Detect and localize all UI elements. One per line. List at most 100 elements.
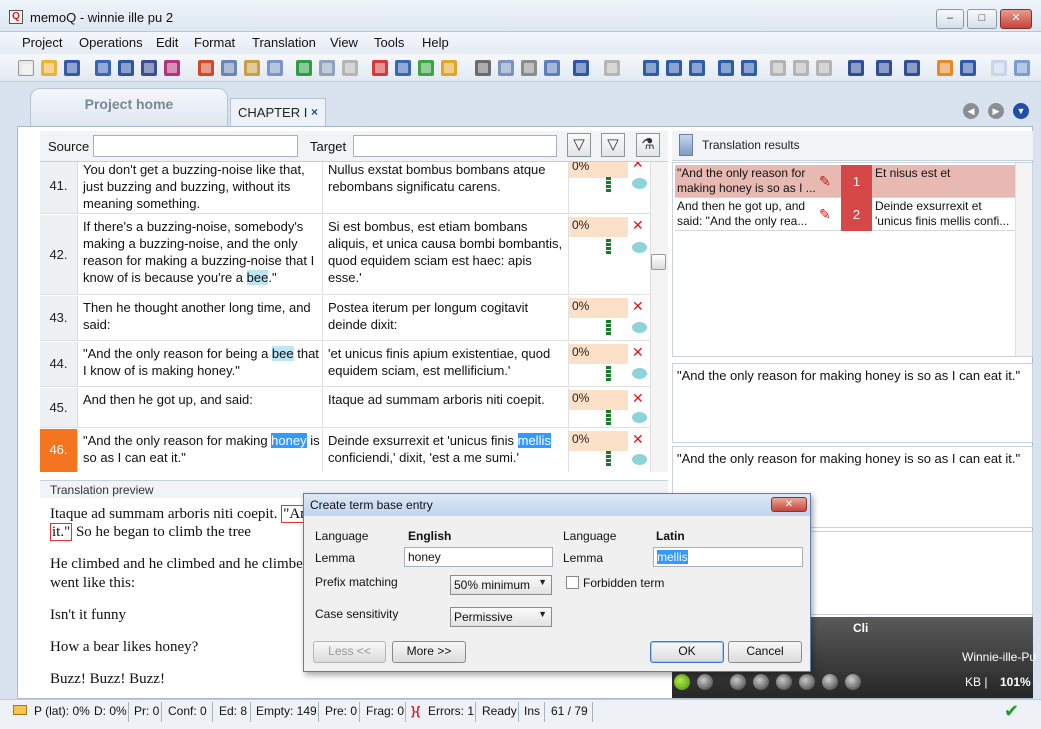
undo-icon[interactable]: [573, 60, 589, 76]
cut-icon[interactable]: [475, 60, 491, 76]
close-button[interactable]: ✕: [1000, 9, 1032, 29]
chart-icon[interactable]: [198, 60, 214, 76]
comment-icon[interactable]: [632, 178, 647, 189]
menu-operations[interactable]: Operations: [79, 35, 143, 50]
reject-icon[interactable]: ✕: [632, 217, 644, 234]
target-cell[interactable]: Si est bombus, est etiam bombans aliquis…: [323, 215, 569, 294]
control-dot-icon[interactable]: [753, 674, 769, 690]
reject-icon[interactable]: ✕: [632, 162, 644, 172]
source-cell[interactable]: You don't get a buzzing-noise like that,…: [78, 162, 323, 213]
prefix-matching-select[interactable]: 50% minimum ▼: [450, 575, 552, 595]
comment-icon[interactable]: [632, 242, 647, 253]
nav-forward-icon[interactable]: ▶: [988, 103, 1004, 119]
menu-format[interactable]: Format: [194, 35, 235, 50]
minimize-button[interactable]: –: [936, 9, 964, 29]
envelope-icon[interactable]: [13, 705, 27, 715]
filter-icon[interactable]: ▽: [567, 133, 591, 157]
result-item[interactable]: "And the only reason for making honey is…: [675, 165, 1015, 198]
case-sensitivity-select[interactable]: Permissive ▼: [450, 607, 552, 627]
table-row[interactable]: 43. Then he thought another long time, a…: [40, 296, 656, 341]
source-cell[interactable]: "And the only reason for being a bee tha…: [78, 342, 323, 386]
status-errors[interactable]: Errors: 1: [428, 704, 474, 718]
tab-chapter-i[interactable]: CHAPTER I ×: [230, 98, 326, 126]
target-cell[interactable]: 'et unicus finis apium existentiae, quod…: [323, 342, 569, 386]
import-icon[interactable]: [95, 60, 111, 76]
menu-edit[interactable]: Edit: [156, 35, 178, 50]
target-cell[interactable]: Nullus exstat bombus bombans atque rebom…: [323, 162, 569, 213]
control-dot-icon[interactable]: [799, 674, 815, 690]
control-dot-icon[interactable]: [697, 674, 713, 690]
redo-icon[interactable]: [604, 60, 620, 76]
cancel-button[interactable]: Cancel: [728, 641, 802, 663]
edit-doc-icon[interactable]: [244, 60, 260, 76]
reject-icon[interactable]: ✕: [632, 390, 644, 407]
control-dot-icon[interactable]: [845, 674, 861, 690]
save-icon[interactable]: [64, 60, 80, 76]
dialog-close-button[interactable]: ✕: [771, 497, 807, 512]
results-scrollbar[interactable]: [1015, 163, 1032, 356]
source-cell[interactable]: If there's a buzzing-noise, somebody's m…: [78, 215, 323, 294]
more-button[interactable]: More >>: [392, 641, 466, 663]
add-term-icon[interactable]: [418, 60, 434, 76]
reject-icon[interactable]: ✕: [632, 431, 644, 448]
sync-icon[interactable]: [937, 60, 953, 76]
tag-icon[interactable]: [718, 60, 734, 76]
source-cell[interactable]: "And the only reason for making honey is…: [78, 429, 323, 472]
ok-button[interactable]: OK: [650, 641, 724, 663]
target-filter-input[interactable]: [353, 135, 557, 157]
view-doc-icon[interactable]: [267, 60, 283, 76]
settings-gear-icon[interactable]: [770, 60, 786, 76]
menu-tools[interactable]: Tools: [374, 35, 404, 50]
paste-icon[interactable]: [521, 60, 537, 76]
target-cell[interactable]: Postea iterum per longum cogitavit deind…: [323, 296, 569, 340]
status-green-icon[interactable]: [674, 674, 690, 690]
target-cell[interactable]: Deinde exsurrexit et 'unicus finis melli…: [323, 429, 569, 472]
grid-scrollbar[interactable]: [650, 162, 668, 472]
reject-icon[interactable]: ✕: [632, 344, 644, 361]
lemma-input-left[interactable]: honey: [404, 547, 553, 567]
export-icon[interactable]: [118, 60, 134, 76]
search-dropdown-icon[interactable]: [876, 60, 892, 76]
edit-disabled-icon[interactable]: [793, 60, 809, 76]
forward-icon[interactable]: [296, 60, 312, 76]
structure-icon[interactable]: [141, 60, 157, 76]
table-row-active[interactable]: 46. "And the only reason for making hone…: [40, 429, 656, 472]
comment-icon[interactable]: [632, 412, 647, 423]
control-dot-icon[interactable]: [822, 674, 838, 690]
apple-icon[interactable]: [816, 60, 832, 76]
source-cell[interactable]: Then he thought another long time, and s…: [78, 296, 323, 340]
nav-back-icon[interactable]: ◀: [963, 103, 979, 119]
lemma-input-right[interactable]: mellis: [653, 547, 803, 567]
copy-doc-icon[interactable]: [221, 60, 237, 76]
filter-clear-icon[interactable]: ▽: [601, 133, 625, 157]
quick-add-icon[interactable]: [441, 60, 457, 76]
underline-icon[interactable]: [689, 60, 705, 76]
forbidden-term-checkbox[interactable]: [566, 576, 579, 589]
table-row[interactable]: 42. If there's a buzzing-noise, somebody…: [40, 215, 656, 295]
new-file-icon[interactable]: [18, 60, 34, 76]
nav-menu-icon[interactable]: ▼: [1013, 103, 1029, 119]
comment-icon[interactable]: [632, 454, 647, 465]
bold-icon[interactable]: [643, 60, 659, 76]
menu-view[interactable]: View: [330, 35, 358, 50]
tab-close-icon[interactable]: ×: [311, 105, 318, 119]
refresh-icon[interactable]: [319, 60, 335, 76]
lookup-icon[interactable]: [395, 60, 411, 76]
copy-icon[interactable]: [498, 60, 514, 76]
comment-icon[interactable]: [632, 368, 647, 379]
target-cell[interactable]: Itaque ad summam arboris niti coepit.: [323, 388, 569, 427]
source-filter-input[interactable]: [93, 135, 298, 157]
document-icon[interactable]: [991, 60, 1007, 76]
table-row[interactable]: 44. "And the only reason for being a bee…: [40, 342, 656, 387]
connect-icon[interactable]: [960, 60, 976, 76]
display-dropdown-icon[interactable]: [848, 60, 864, 76]
menu-help[interactable]: Help: [422, 35, 449, 50]
control-dot-icon[interactable]: [776, 674, 792, 690]
table-row[interactable]: 45. And then he got up, and said: Itaque…: [40, 388, 656, 428]
stats-icon[interactable]: [164, 60, 180, 76]
window-icon[interactable]: [904, 60, 920, 76]
grid-scroll-thumb[interactable]: [651, 254, 666, 270]
menu-project[interactable]: Project: [22, 35, 62, 50]
help-doc-icon[interactable]: [1014, 60, 1030, 76]
control-dot-icon[interactable]: [730, 674, 746, 690]
